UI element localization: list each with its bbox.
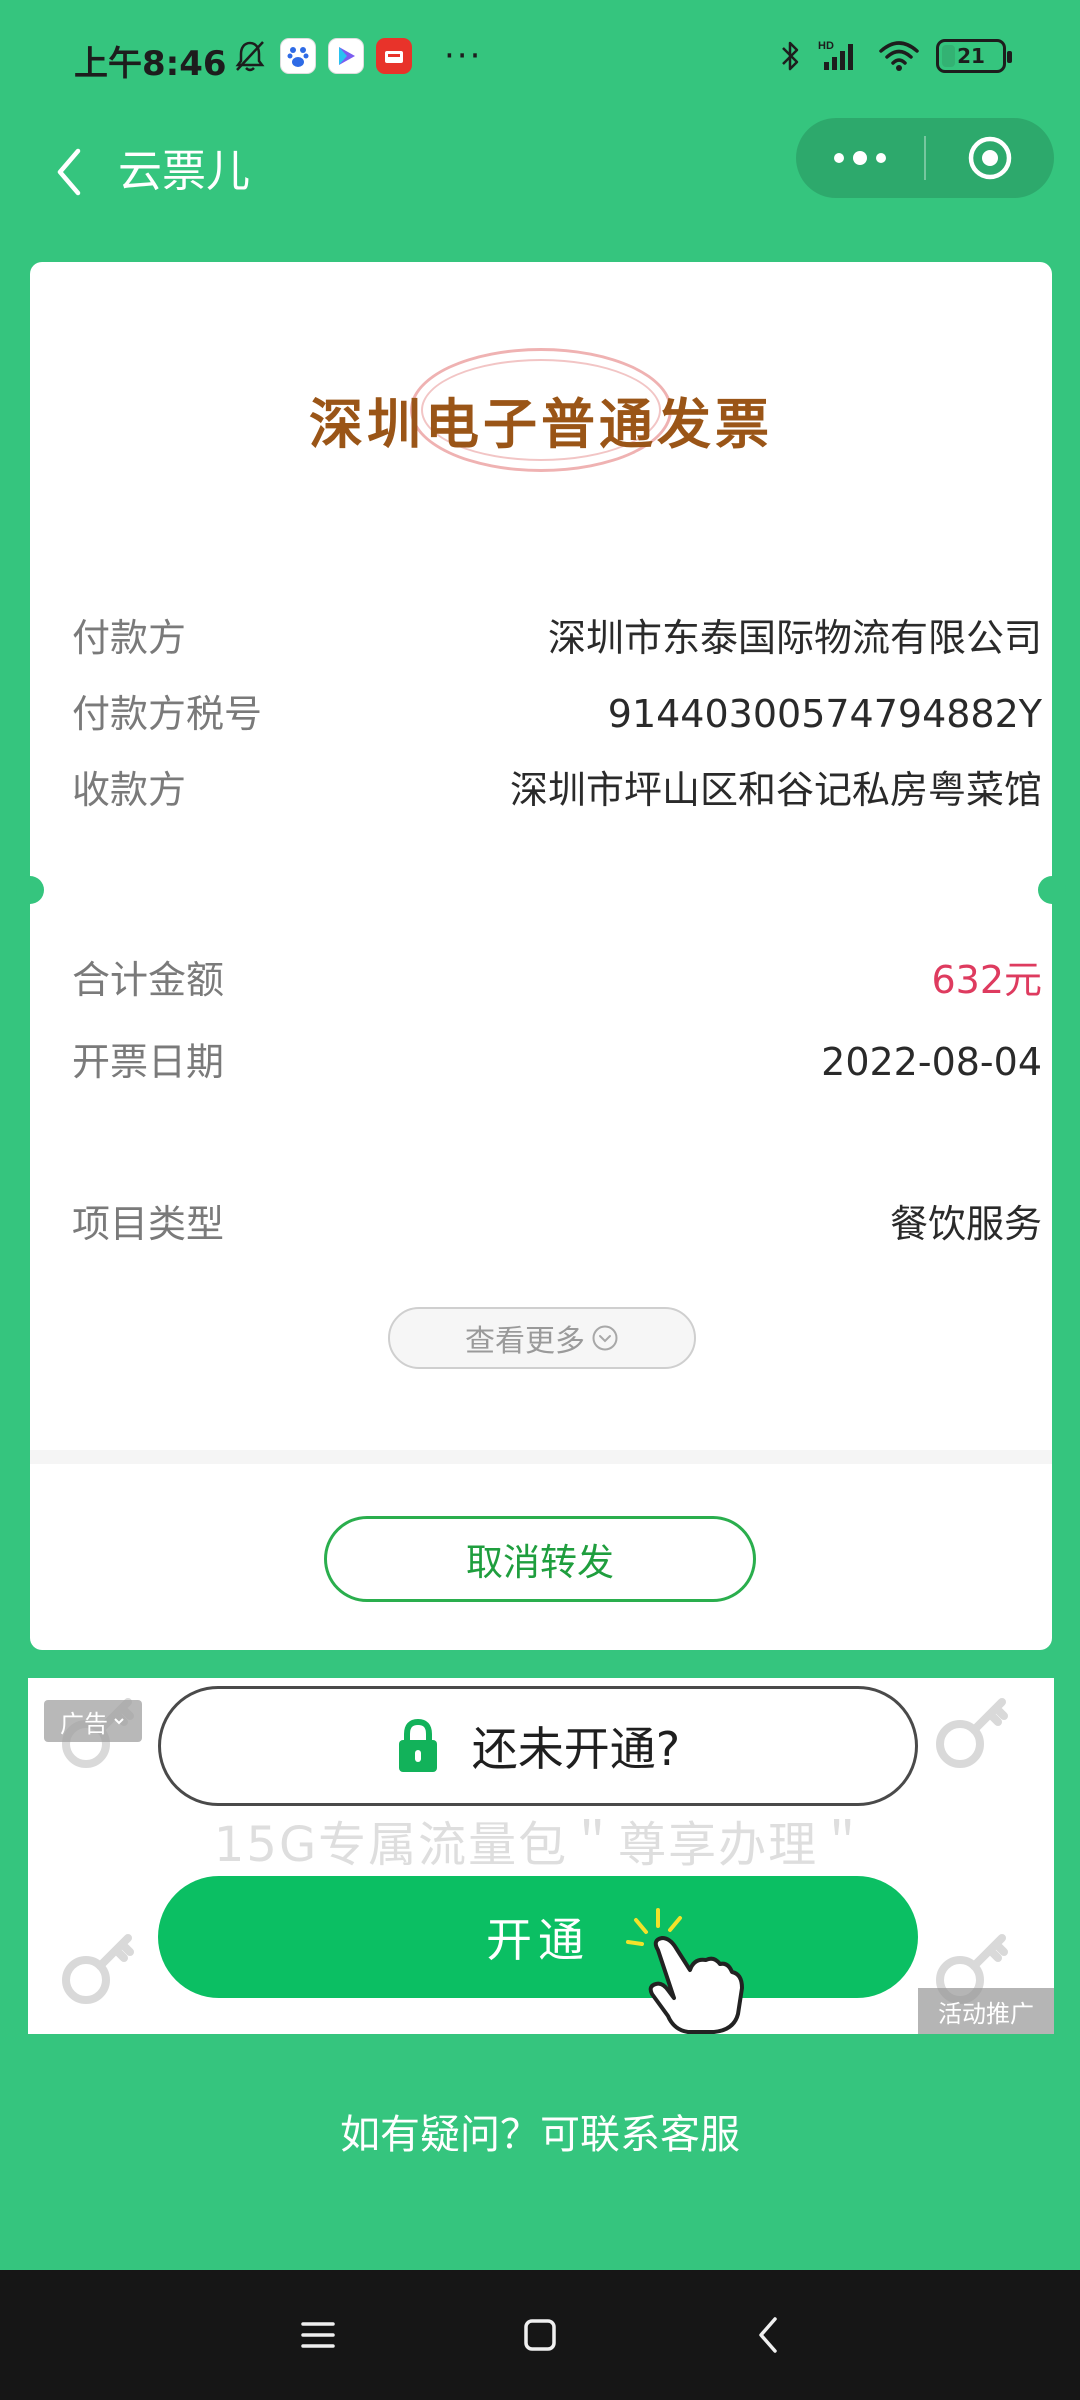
chevron-down-circle-icon	[592, 1325, 618, 1351]
card-notch-left	[16, 876, 44, 904]
square-home-icon	[524, 2319, 556, 2351]
more-dot	[853, 151, 867, 165]
shopping-app-icon	[376, 38, 412, 74]
payer-value: 深圳市东泰国际物流有限公司	[547, 616, 1042, 660]
payee-row: 收款方 深圳市坪山区和谷记私房粤菜馆	[72, 760, 1042, 820]
amount-label: 合计金额	[72, 958, 225, 1002]
lock-icon	[398, 1718, 437, 1772]
video-app-icon	[328, 38, 364, 74]
system-navigation-bar	[0, 2270, 1080, 2400]
status-notification-icons: ···	[232, 38, 482, 74]
amount-value: 632元	[931, 958, 1042, 1002]
ad-title: 还未开通?	[471, 1722, 681, 1776]
card-notch-right	[1038, 876, 1066, 904]
key-icon	[62, 1934, 134, 2004]
mini-program-capsule	[796, 118, 1054, 198]
category-label: 项目类型	[72, 1202, 225, 1246]
invoice-title-wrap: 深圳电子普通发票	[30, 350, 1052, 500]
invoice-card: 深圳电子普通发票 付款方 深圳市东泰国际物流有限公司 付款方税号 9144030…	[16, 262, 1066, 1650]
ad-headline-pill: 还未开通?	[158, 1686, 918, 1806]
page-title: 云票儿	[118, 146, 250, 197]
date-row: 开票日期 2022-08-04	[72, 1032, 1042, 1092]
date-value: 2022-08-04	[821, 1040, 1042, 1084]
close-mini-program-button[interactable]	[926, 118, 1054, 198]
chevron-left-icon	[759, 2317, 777, 2353]
key-icon	[936, 1698, 1008, 1768]
view-more-button[interactable]: 查看更多	[388, 1307, 696, 1369]
chevron-down-icon	[114, 1718, 124, 1725]
tax-id-value: 91440300574794882Y	[607, 692, 1042, 736]
ad-open-label: 开通	[486, 1913, 590, 1967]
ad-banner[interactable]: 广告 还未开通? 15G专属流量包＂尊享办理＂ 开通 活动推广	[28, 1678, 1054, 2034]
payee-value: 深圳市坪山区和谷记私房粤菜馆	[509, 768, 1042, 812]
home-button[interactable]	[510, 2305, 570, 2365]
target-close-icon	[968, 136, 1012, 180]
invoice-title: 深圳电子普通发票	[309, 393, 773, 456]
view-more-label: 查看更多	[465, 1324, 585, 1359]
tax-id-label: 付款方税号	[72, 692, 263, 736]
cancel-forward-button[interactable]: 取消转发	[324, 1516, 756, 1602]
system-back-button[interactable]	[738, 2305, 798, 2365]
baidu-app-icon	[280, 38, 316, 74]
more-button[interactable]	[796, 118, 924, 198]
card-divider	[30, 1450, 1052, 1464]
bluetooth-icon	[782, 41, 799, 71]
ad-open-button[interactable]: 开通	[158, 1876, 918, 1998]
status-system-icons: HD 21	[778, 38, 1012, 74]
mini-program-navbar: 云票儿	[0, 118, 1080, 268]
payer-label: 付款方	[72, 616, 187, 660]
svg-text:HD: HD	[818, 40, 834, 52]
tax-id-row: 付款方税号 91440300574794882Y	[72, 684, 1042, 744]
more-notifications-icon: ···	[444, 36, 483, 76]
status-time: 上午8:46	[74, 44, 227, 84]
payee-label: 收款方	[72, 768, 187, 812]
back-button[interactable]	[34, 132, 104, 212]
ad-badge[interactable]: 广告	[44, 1700, 142, 1742]
ad-promo-tag: 活动推广	[918, 1988, 1054, 2034]
pointing-hand-icon	[626, 1908, 744, 2034]
recent-apps-button[interactable]	[288, 2305, 348, 2365]
cancel-forward-label: 取消转发	[466, 1541, 614, 1584]
payer-row: 付款方 深圳市东泰国际物流有限公司	[72, 608, 1042, 668]
bell-muted-icon	[235, 41, 265, 72]
category-row: 项目类型 餐饮服务	[72, 1194, 1042, 1254]
more-dots-icon	[834, 153, 844, 163]
menu-icon	[301, 2322, 335, 2348]
signal-icon: HD	[818, 40, 853, 70]
category-value: 餐饮服务	[889, 1202, 1042, 1246]
battery-icon: 21	[936, 39, 1012, 73]
contact-support-link[interactable]: 如有疑问？可联系客服	[0, 2100, 1080, 2170]
ad-subtitle: 15G专属流量包＂尊享办理＂	[213, 1817, 869, 1873]
more-dot	[876, 153, 886, 163]
battery-level: 21	[957, 44, 985, 68]
chevron-left-icon	[57, 148, 81, 196]
wifi-icon	[879, 41, 919, 71]
date-label: 开票日期	[72, 1040, 225, 1084]
amount-row: 合计金额 632元	[72, 950, 1042, 1010]
status-bar: 上午8:46 ··· HD 21	[0, 0, 1080, 118]
ad-badge-label: 广告	[60, 1709, 108, 1738]
